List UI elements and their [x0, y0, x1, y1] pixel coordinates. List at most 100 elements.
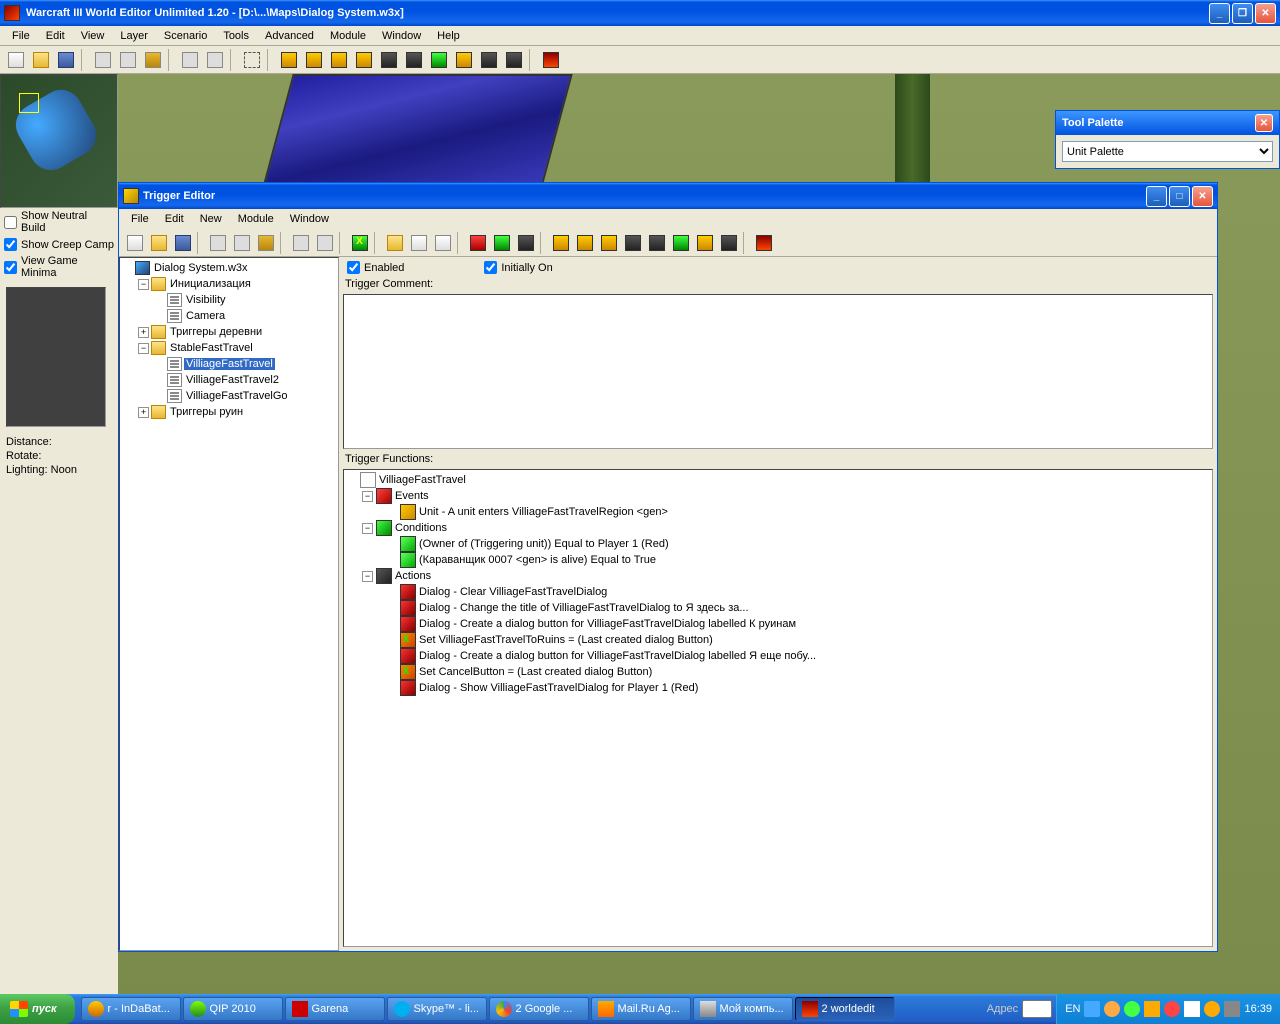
func-act-7[interactable]: Dialog - Show VilliageFastTravelDialog f…: [346, 680, 1210, 696]
te-menu-module[interactable]: Module: [230, 211, 282, 227]
te-new-comment-button[interactable]: [431, 232, 454, 254]
minimap[interactable]: [0, 74, 118, 208]
tree-trigger-camera[interactable]: Camera: [122, 308, 336, 324]
terrain2-button[interactable]: [302, 49, 325, 71]
tray-icon[interactable]: [1124, 1001, 1140, 1017]
te-redo-button[interactable]: [313, 232, 336, 254]
task-item[interactable]: Mail.Ru Ag...: [591, 997, 691, 1021]
tray-icon[interactable]: [1144, 1001, 1160, 1017]
trigger-tree[interactable]: Dialog System.w3x −Инициализация Visibil…: [119, 257, 339, 951]
doodad-button[interactable]: [327, 49, 350, 71]
lang-indicator[interactable]: EN: [1065, 1003, 1080, 1015]
func-act-4[interactable]: Set VilliageFastTravelToRuins = (Last cr…: [346, 632, 1210, 648]
trigger-editor-button[interactable]: [452, 49, 475, 71]
object-mgr-button[interactable]: [427, 49, 450, 71]
palette-type-select[interactable]: Unit Palette: [1062, 141, 1273, 162]
initially-on-check[interactable]: [484, 261, 497, 274]
menu-advanced[interactable]: Advanced: [257, 28, 322, 44]
func-event-1[interactable]: Unit - A unit enters VilliageFastTravelR…: [346, 504, 1210, 520]
terrain-button[interactable]: [277, 49, 300, 71]
task-item[interactable]: QIP 2010: [183, 997, 283, 1021]
te-new-trigger-button[interactable]: [407, 232, 430, 254]
menu-help[interactable]: Help: [429, 28, 468, 44]
func-act-6[interactable]: Set CancelButton = (Last created dialog …: [346, 664, 1210, 680]
func-actions[interactable]: −Actions: [346, 568, 1210, 584]
te-new-condition-button[interactable]: [490, 232, 513, 254]
menu-file[interactable]: File: [4, 28, 38, 44]
te-mod2-button[interactable]: [573, 232, 596, 254]
close-button[interactable]: ✕: [1255, 3, 1276, 24]
tree-folder-init[interactable]: −Инициализация: [122, 276, 336, 292]
func-act-3[interactable]: Dialog - Create a dialog button for Vill…: [346, 616, 1210, 632]
te-menu-new[interactable]: New: [192, 211, 230, 227]
task-item-active[interactable]: 2 worldedit: [795, 997, 895, 1021]
tree-root[interactable]: Dialog System.w3x: [122, 260, 336, 276]
te-mod8-button[interactable]: [717, 232, 740, 254]
restore-button[interactable]: ❐: [1232, 3, 1253, 24]
import-mgr-button[interactable]: [502, 49, 525, 71]
task-item[interactable]: r - InDaBat...: [81, 997, 181, 1021]
new-button[interactable]: [4, 49, 27, 71]
te-menu-edit[interactable]: Edit: [157, 211, 192, 227]
te-test-button[interactable]: [752, 232, 775, 254]
minimap-check[interactable]: [4, 261, 17, 274]
te-menu-window[interactable]: Window: [282, 211, 337, 227]
tray-icon[interactable]: [1224, 1001, 1240, 1017]
paste-button[interactable]: [141, 49, 164, 71]
te-copy-button[interactable]: [230, 232, 253, 254]
func-cond-2[interactable]: (Караванщик 0007 <gen> is alive) Equal t…: [346, 552, 1210, 568]
copy-button[interactable]: [116, 49, 139, 71]
tree-folder-village[interactable]: +Триггеры деревни: [122, 324, 336, 340]
tree-folder-stable[interactable]: −StableFastTravel: [122, 340, 336, 356]
te-mod4-button[interactable]: [621, 232, 644, 254]
te-mod7-button[interactable]: [693, 232, 716, 254]
unit-button[interactable]: [352, 49, 375, 71]
te-close-button[interactable]: ✕: [1192, 186, 1213, 207]
save-button[interactable]: [54, 49, 77, 71]
te-menu-file[interactable]: File: [123, 211, 157, 227]
creep-check[interactable]: [4, 238, 17, 251]
trigger-functions-tree[interactable]: VilliageFastTravel −Events Unit - A unit…: [343, 469, 1213, 947]
te-mod5-button[interactable]: [645, 232, 668, 254]
func-cond-1[interactable]: (Owner of (Triggering unit)) Equal to Pl…: [346, 536, 1210, 552]
te-mod6-button[interactable]: [669, 232, 692, 254]
te-maximize-button[interactable]: □: [1169, 186, 1190, 207]
tray-icon[interactable]: [1104, 1001, 1120, 1017]
te-new-button[interactable]: [123, 232, 146, 254]
menu-window[interactable]: Window: [374, 28, 429, 44]
te-new-action-button[interactable]: [514, 232, 537, 254]
menu-module[interactable]: Module: [322, 28, 374, 44]
func-conditions[interactable]: −Conditions: [346, 520, 1210, 536]
enabled-check[interactable]: [347, 261, 360, 274]
tray-icon[interactable]: [1084, 1001, 1100, 1017]
start-button[interactable]: пуск: [0, 994, 75, 1024]
te-mod1-button[interactable]: [549, 232, 572, 254]
te-mod3-button[interactable]: [597, 232, 620, 254]
task-item[interactable]: 2 Google ...: [489, 997, 589, 1021]
menu-tools[interactable]: Tools: [215, 28, 257, 44]
test-map-button[interactable]: [539, 49, 562, 71]
menu-layer[interactable]: Layer: [112, 28, 156, 44]
te-variables-button[interactable]: X: [348, 232, 371, 254]
func-act-1[interactable]: Dialog - Clear VilliageFastTravelDialog: [346, 584, 1210, 600]
tree-trigger-vft2[interactable]: VilliageFastTravel2: [122, 372, 336, 388]
system-tray[interactable]: EN 16:39: [1056, 994, 1280, 1024]
palette-close-button[interactable]: ✕: [1255, 114, 1273, 132]
select-button[interactable]: [240, 49, 263, 71]
undo-button[interactable]: [178, 49, 201, 71]
menu-view[interactable]: View: [73, 28, 113, 44]
te-save-button[interactable]: [171, 232, 194, 254]
te-open-button[interactable]: [147, 232, 170, 254]
open-button[interactable]: [29, 49, 52, 71]
tree-trigger-visibility[interactable]: Visibility: [122, 292, 336, 308]
te-new-category-button[interactable]: [383, 232, 406, 254]
redo-button[interactable]: [203, 49, 226, 71]
func-events[interactable]: −Events: [346, 488, 1210, 504]
te-paste-button[interactable]: [254, 232, 277, 254]
address-input[interactable]: [1022, 1000, 1052, 1018]
te-undo-button[interactable]: [289, 232, 312, 254]
clock[interactable]: 16:39: [1244, 1003, 1272, 1015]
tray-icon[interactable]: [1164, 1001, 1180, 1017]
sound-editor-button[interactable]: [477, 49, 500, 71]
cut-button[interactable]: [91, 49, 114, 71]
